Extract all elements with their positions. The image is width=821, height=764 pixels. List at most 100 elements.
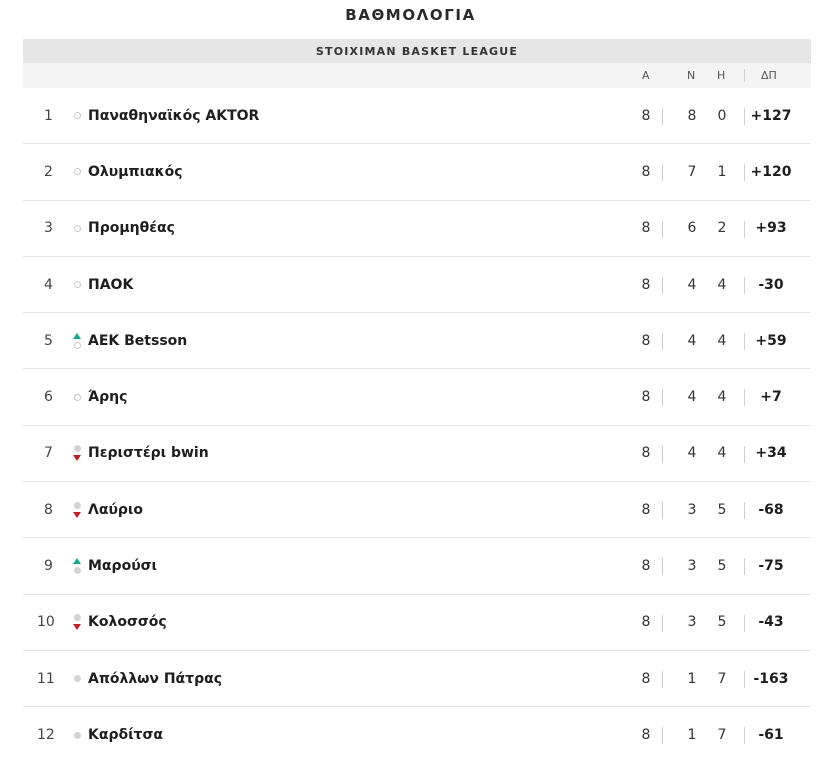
losses-value: 4 [717,276,727,293]
point-diff-value: -43 [758,614,784,631]
trend-down-icon [73,455,81,462]
table-row[interactable]: 12 Καρδίτσα 8 1 7 -61 [23,707,811,763]
table-row[interactable]: 8 Λαύριο 8 3 5 -68 [23,482,811,539]
position-dot-icon [73,614,81,622]
column-divider [662,727,663,745]
column-divider [662,445,663,463]
trend-marker [72,538,82,593]
losses-value: 1 [717,163,727,180]
team-name[interactable]: AEK Betsson [88,313,187,368]
losses-value: 4 [717,389,727,406]
losses-value: 0 [717,107,727,124]
wins-value: 6 [687,220,697,237]
trend-marker [72,369,82,424]
point-diff-value: +7 [760,389,782,406]
rank-number: 7 [44,445,53,462]
point-diff-value: +34 [755,445,787,462]
losses-value: 5 [717,558,727,575]
trend-marker [72,88,82,143]
team-name[interactable]: Παναθηναϊκός AKTOR [88,88,259,143]
column-divider [662,164,663,182]
wins-value: 3 [687,558,697,575]
table-row[interactable]: 10 Κολοσσός 8 3 5 -43 [23,595,811,651]
losses-value: 4 [717,445,727,462]
point-diff-value: -75 [758,558,784,575]
wins-value: 7 [687,163,697,180]
point-diff-value: -68 [758,501,784,518]
played-value: 8 [641,220,651,237]
table-row[interactable]: 3 Προμηθέας 8 6 2 +93 [23,201,811,257]
team-name[interactable]: Άρης [88,369,127,424]
column-divider [662,502,663,520]
team-name[interactable]: Λαύριο [88,482,143,537]
rank-number: 2 [44,163,53,180]
column-divider [662,108,663,125]
table-row[interactable]: 2 Ολυμπιακός 8 7 1 +120 [23,144,811,201]
header-divider [744,69,745,82]
team-name[interactable]: Απόλλων Πάτρας [88,651,222,706]
point-diff-value: +59 [755,332,787,349]
page-title: ΒΑΘΜΟΛΟΓΙΑ [345,6,476,24]
header-played: Α [642,69,650,82]
position-dot-icon [73,224,81,232]
rank-number: 11 [37,670,55,687]
losses-value: 7 [717,727,727,744]
table-row[interactable]: 1 Παναθηναϊκός AKTOR 8 8 0 +127 [23,88,811,145]
team-name[interactable]: Καρδίτσα [88,707,163,763]
team-name[interactable]: ΠΑΟΚ [88,257,133,312]
losses-value: 2 [717,220,727,237]
rank-number: 8 [44,501,53,518]
position-dot-icon [73,675,81,683]
rank-number: 10 [37,614,55,631]
table-row[interactable]: 5 AEK Betsson 8 4 4 +59 [23,313,811,370]
losses-value: 5 [717,614,727,631]
point-diff-value: +93 [755,220,787,237]
played-value: 8 [641,501,651,518]
table-row[interactable]: 4 ΠΑΟΚ 8 4 4 -30 [23,257,811,314]
losses-value: 4 [717,332,727,349]
position-dot-icon [73,567,81,575]
played-value: 8 [641,670,651,687]
played-value: 8 [641,558,651,575]
wins-value: 3 [687,501,697,518]
played-value: 8 [641,614,651,631]
trend-up-icon [73,332,81,339]
trend-marker [72,201,82,256]
played-value: 8 [641,332,651,349]
rank-number: 1 [44,107,53,124]
position-dot-icon [73,281,81,289]
table-row[interactable]: 7 Περιστέρι bwin 8 4 4 +34 [23,426,811,483]
losses-value: 5 [717,501,727,518]
position-dot-icon [73,168,81,176]
league-name: STOIXIMAN BASKET LEAGUE [315,44,519,58]
table-row[interactable]: 11 Απόλλων Πάτρας 8 1 7 -163 [23,651,811,708]
standings-table: STOIXIMAN BASKET LEAGUE Α Ν Η ΔΠ 1 Παναθη… [23,39,811,764]
table-header: Α Ν Η ΔΠ [23,63,811,88]
table-row[interactable]: 6 Άρης 8 4 4 +7 [23,369,811,426]
trend-marker [72,482,82,537]
position-dot-icon [73,112,81,120]
wins-value: 4 [687,445,697,462]
rank-number: 3 [44,220,53,237]
team-name[interactable]: Περιστέρι bwin [88,426,209,481]
point-diff-value: -163 [753,670,789,687]
column-divider [662,670,663,688]
column-divider [662,276,663,294]
trend-down-icon [73,624,81,631]
played-value: 8 [641,107,651,124]
rank-number: 5 [44,332,53,349]
point-diff-value: -30 [758,276,784,293]
wins-value: 1 [687,727,697,744]
team-name[interactable]: Προμηθέας [88,201,175,256]
standings-rows: 1 Παναθηναϊκός AKTOR 8 8 0 +127 2 Ολυμπιακός 8 7 1… [23,88,811,764]
rank-number: 9 [44,558,53,575]
team-name[interactable]: Μαρούσι [88,538,157,593]
team-name[interactable]: Ολυμπιακός [88,144,183,199]
losses-value: 7 [717,670,727,687]
trend-marker [72,313,82,368]
wins-value: 4 [687,276,697,293]
table-row[interactable]: 9 Μαρούσι 8 3 5 -75 [23,538,811,595]
column-divider [662,558,663,576]
team-name[interactable]: Κολοσσός [88,595,167,650]
trend-marker [72,707,82,763]
